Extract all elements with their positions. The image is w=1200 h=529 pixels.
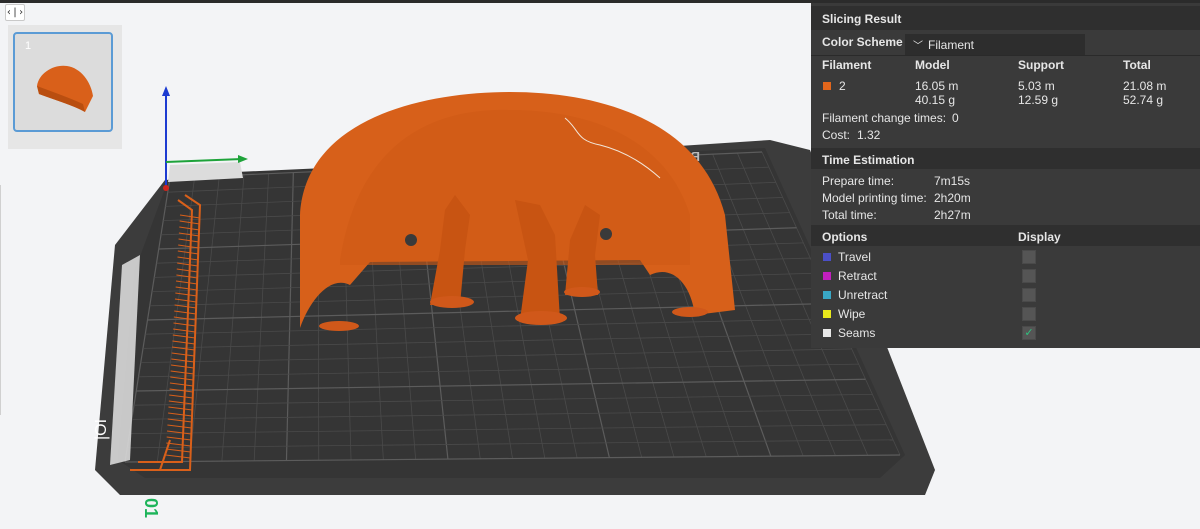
color-scheme-label: Color Scheme	[822, 35, 903, 49]
bed-side-label: |OI	[93, 419, 110, 440]
total-length: 21.08 m	[1123, 79, 1167, 93]
collapse-sidebar-button[interactable]: ‹|›	[5, 4, 25, 21]
filament-id: 2	[839, 79, 846, 93]
chevron-down-icon: ﹀	[913, 41, 923, 52]
seams-color-swatch	[823, 329, 831, 337]
model-weight: 40.15 g	[915, 93, 956, 107]
color-scheme-value: Filament	[928, 38, 975, 52]
checkmark-icon: ✓	[1024, 327, 1034, 339]
retract-color-swatch	[823, 272, 831, 280]
section-divider	[811, 55, 1200, 56]
option-label: Seams	[838, 326, 876, 340]
slicing-result-title: Slicing Result	[822, 12, 902, 26]
model-printing-time-label: Model printing time:	[822, 191, 927, 205]
table-header-support: Support	[1018, 58, 1064, 72]
support-base-left	[319, 321, 359, 331]
total-time-label: Total time:	[822, 208, 877, 222]
table-header-total: Total	[1123, 58, 1151, 72]
tree-support-base-2	[515, 311, 567, 325]
model-length: 16.05 m	[915, 79, 959, 93]
option-label: Retract	[838, 269, 877, 283]
plate-preview-image	[37, 65, 93, 112]
prepare-time-value: 7m15s	[934, 174, 971, 188]
code-brackets-icon: ‹|›	[6, 7, 25, 18]
options-title: Options	[822, 230, 868, 244]
option-label: Unretract	[838, 288, 888, 302]
display-title: Display	[1018, 230, 1061, 244]
prepare-time-label: Prepare time:	[822, 174, 895, 188]
filament-change-label: Filament change times:	[822, 111, 947, 125]
color-scheme-dropdown[interactable]: ﹀ Filament	[905, 34, 1085, 55]
travel-color-swatch	[823, 253, 831, 261]
cost-label: Cost:	[822, 128, 851, 142]
filament-color-swatch	[823, 82, 831, 90]
support-weight: 12.59 g	[1018, 93, 1059, 107]
tree-support-base-3	[564, 287, 600, 297]
total-weight: 52.74 g	[1123, 93, 1164, 107]
total-time-value: 2h27m	[934, 208, 971, 222]
x-axis	[165, 158, 243, 163]
table-header-model: Model	[915, 58, 950, 72]
cost-value: 1.32	[857, 128, 881, 142]
tree-support-base-1	[430, 296, 474, 308]
model-printing-time-value: 2h20m	[934, 191, 971, 205]
support-length: 5.03 m	[1018, 79, 1055, 93]
wipe-display-checkbox[interactable]	[1022, 307, 1036, 321]
option-label: Travel	[838, 250, 871, 264]
wipe-color-swatch	[823, 310, 831, 318]
table-header-filament: Filament	[822, 58, 872, 72]
model-hole-right	[600, 228, 612, 240]
slicing-result-header: Slicing Result	[811, 6, 1200, 30]
support-base-right	[672, 307, 708, 317]
travel-display-checkbox[interactable]	[1022, 250, 1036, 264]
options-header: Options Display	[811, 225, 1200, 246]
unretract-display-checkbox[interactable]	[1022, 288, 1036, 302]
retract-display-checkbox[interactable]	[1022, 269, 1036, 283]
filament-change-value: 0	[952, 111, 959, 125]
y-axis-origin	[163, 185, 169, 191]
option-label: Wipe	[838, 307, 866, 321]
model-hole-left	[405, 234, 417, 246]
bed-corner-label: 01	[141, 498, 161, 518]
z-axis-arrow-icon	[162, 86, 170, 96]
time-estimation-header: Time Estimation	[811, 148, 1200, 169]
slicing-result-panel: Slicing Result Color Scheme ﹀ Filament F…	[811, 3, 1200, 348]
time-estimation-title: Time Estimation	[822, 153, 915, 167]
plate-list: 1	[8, 25, 122, 149]
unretract-color-swatch	[823, 291, 831, 299]
seams-display-checkbox[interactable]: ✓	[1022, 326, 1036, 340]
plate-thumbnail[interactable]: 1	[13, 32, 113, 132]
x-axis-arrow-icon	[238, 155, 248, 163]
left-edge-divider	[0, 185, 1, 415]
